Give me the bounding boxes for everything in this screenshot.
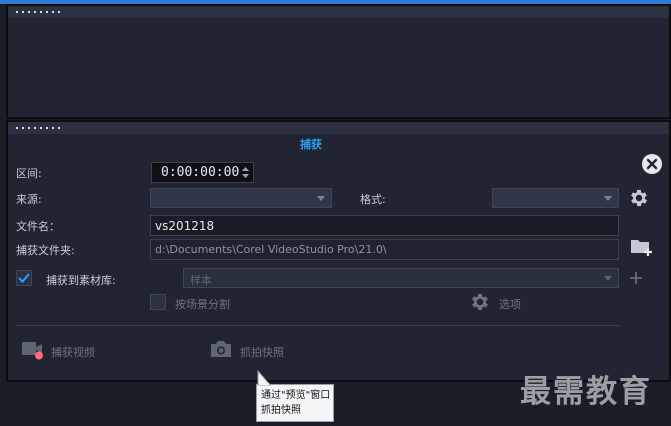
checkmark-icon: [18, 273, 30, 283]
source-dropdown[interactable]: [150, 188, 332, 208]
divider: [16, 325, 619, 326]
gear-icon: [472, 293, 488, 311]
format-dropdown[interactable]: [492, 188, 619, 208]
plus-icon: [630, 272, 642, 284]
tooltip-line-2: 抓拍快照: [261, 405, 301, 416]
capture-video-label: 捕获视频: [51, 346, 95, 359]
preview-panel: [6, 4, 671, 119]
tooltip-pointer-icon: [257, 370, 271, 386]
filename-label: 文件名：: [16, 220, 60, 233]
options-label: 选项: [499, 298, 521, 311]
watermark: 最需教育: [520, 374, 652, 410]
snapshot-button[interactable]: 抓拍快照: [210, 339, 290, 359]
add-folder-icon: [631, 240, 652, 256]
library-value: 样本: [190, 274, 212, 287]
filename-value: vs201218: [155, 219, 215, 233]
stepper-arrows-icon: [242, 167, 249, 178]
add-library-button[interactable]: [629, 271, 643, 285]
browse-folder-button[interactable]: [630, 237, 654, 257]
library-dropdown[interactable]: 样本: [183, 268, 619, 288]
close-icon: [642, 154, 662, 174]
drag-grip-icon[interactable]: [14, 10, 64, 14]
preview-panel-header: [8, 6, 669, 18]
close-button[interactable]: [641, 153, 663, 175]
source-label: 来源:: [16, 193, 42, 206]
gear-icon: [631, 189, 647, 207]
capture-to-library-checkbox[interactable]: [16, 270, 32, 286]
drag-grip-icon[interactable]: [14, 126, 64, 130]
filename-field[interactable]: vs201218: [150, 215, 619, 236]
format-label: 格式:: [360, 193, 386, 206]
capture-folder-label: 捕获文件夹:: [16, 244, 75, 257]
duration-value: 0:00:00:00: [161, 165, 240, 180]
chevron-down-icon: [604, 276, 612, 281]
capture-to-library-label: 捕获到素材库:: [46, 274, 116, 287]
chevron-down-icon: [604, 196, 612, 201]
capture-video-button[interactable]: 捕获视频: [22, 340, 102, 360]
format-settings-button[interactable]: [628, 187, 650, 209]
camera-icon: [211, 341, 231, 357]
snapshot-tooltip: 通过"预览"窗口 抓拍快照: [256, 384, 334, 422]
timecode-stepper[interactable]: [241, 165, 250, 180]
duration-label: 区间:: [16, 167, 42, 180]
capture-panel-header: [8, 122, 669, 134]
video-camera-icon: [22, 342, 43, 360]
panel-title: 捕获: [300, 138, 322, 151]
options-button[interactable]: 选项: [469, 291, 529, 313]
capture-folder-value: d:\Documents\Corel VideoStudio Pro\21.0\: [155, 243, 387, 256]
split-by-scene-checkbox[interactable]: [150, 294, 166, 310]
capture-folder-field[interactable]: d:\Documents\Corel VideoStudio Pro\21.0\: [150, 239, 619, 260]
snapshot-label: 抓拍快照: [240, 346, 284, 359]
chevron-down-icon: [317, 196, 325, 201]
duration-timecode[interactable]: 0:00:00:00: [151, 162, 254, 183]
tooltip-line-1: 通过"预览"窗口: [261, 390, 331, 401]
split-by-scene-label: 按场景分割: [175, 298, 230, 311]
